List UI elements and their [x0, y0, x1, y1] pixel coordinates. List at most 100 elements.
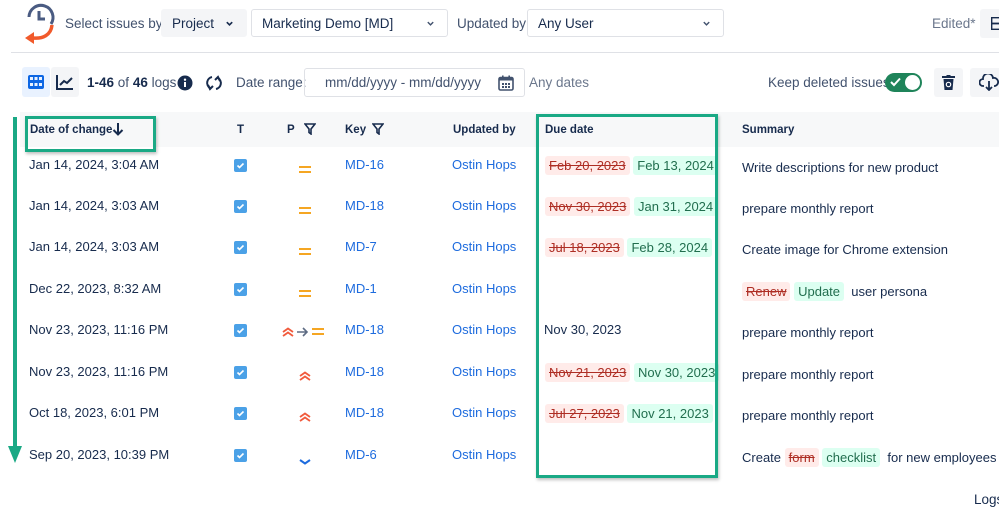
table-row[interactable]: Jan 14, 2024, 3:03 AM MD-7 Ostin Hops Jul 1… — [20, 229, 999, 270]
updated-by-link[interactable]: Ostin Hops — [452, 447, 516, 462]
column-header-summary[interactable]: Summary — [742, 124, 794, 136]
trash-icon — [942, 75, 955, 90]
keep-deleted-toggle[interactable] — [885, 73, 922, 92]
chart-view-button[interactable] — [51, 67, 79, 97]
issue-key-link[interactable]: MD-16 — [345, 157, 384, 172]
priority-cell — [299, 410, 311, 425]
layout-button[interactable] — [980, 9, 999, 38]
issue-key-link[interactable]: MD-7 — [345, 239, 377, 254]
issue-key-link[interactable]: MD-18 — [345, 405, 384, 420]
check-icon — [890, 77, 901, 87]
summary-text: prepare monthly report — [742, 325, 874, 340]
table-row[interactable]: Jan 14, 2024, 3:03 AM MD-18 Ostin Hops Nov … — [20, 188, 999, 229]
count-of: of — [117, 75, 130, 90]
table-row[interactable]: Dec 22, 2023, 8:32 AM MD-1 Ostin Hops Renew… — [20, 271, 999, 312]
updated-by-link[interactable]: Ostin Hops — [452, 157, 516, 172]
toggle-knob — [905, 75, 920, 90]
priority-low-icon — [299, 459, 311, 465]
scroll-direction-arrow-head — [8, 446, 22, 463]
updated-by-link[interactable]: Ostin Hops — [452, 364, 516, 379]
select-issues-label: Select issues by: — [65, 16, 167, 31]
priority-cell — [299, 244, 311, 259]
priority-medium-icon — [299, 166, 311, 173]
summary-old: Renew — [742, 282, 791, 301]
summary-new: checklist — [822, 448, 881, 467]
column-header-key[interactable]: Key — [345, 124, 366, 136]
delete-button[interactable] — [934, 68, 963, 97]
history-logo-icon — [25, 3, 55, 44]
date-of-change: Oct 18, 2023, 6:01 PM — [29, 405, 160, 420]
summary-text: prepare monthly report — [742, 201, 874, 216]
export-button[interactable] — [970, 68, 999, 97]
summary-text: Create image for Chrome extension — [742, 242, 948, 257]
scroll-direction-arrow-line — [13, 117, 17, 450]
summary-new: Update — [794, 282, 845, 301]
column-header-updated-by[interactable]: Updated by — [453, 124, 516, 136]
issue-key-link[interactable]: MD-6 — [345, 447, 377, 462]
priority-cell — [299, 286, 311, 301]
task-type-icon — [234, 159, 247, 172]
checkbox-icon — [236, 203, 245, 210]
checkbox-icon — [236, 369, 245, 376]
calendar-icon[interactable] — [498, 75, 514, 91]
chevron-down-icon — [703, 21, 710, 26]
date-column-highlight — [25, 116, 156, 152]
updated-by-link[interactable]: Ostin Hops — [452, 239, 516, 254]
priority-cell — [299, 162, 311, 177]
column-header-priority[interactable]: P — [287, 124, 295, 136]
issue-key-link[interactable]: MD-18 — [345, 198, 384, 213]
updated-by-link[interactable]: Ostin Hops — [452, 281, 516, 296]
table-row[interactable]: Jan 14, 2024, 3:04 AM MD-16 Ostin Hops Feb … — [20, 147, 999, 188]
project-dropdown[interactable]: Marketing Demo [MD] — [251, 9, 448, 37]
keep-deleted-label: Keep deleted issues — [768, 75, 890, 90]
priority-high-icon — [282, 327, 294, 337]
select-type-dropdown[interactable]: Project — [161, 9, 247, 37]
count-total: 46 — [132, 75, 148, 90]
logs-footer-label: Logs — [974, 492, 999, 507]
issue-key-link[interactable]: MD-1 — [345, 281, 377, 296]
table-row[interactable]: Oct 18, 2023, 6:01 PM MD-18 Ostin Hops Jul … — [20, 395, 999, 436]
table-row[interactable]: Sep 20, 2023, 10:39 PM MD-6 Ostin Hops Crea… — [20, 437, 999, 478]
updated-by-link[interactable]: Ostin Hops — [452, 198, 516, 213]
priority-change — [282, 327, 324, 337]
summary-change: Renew Update user persona — [742, 282, 927, 301]
priority-high-icon — [299, 371, 311, 381]
updated-by-link[interactable]: Ostin Hops — [452, 405, 516, 420]
date-range-placeholder: mm/dd/yyyy - mm/dd/yyyy — [325, 75, 482, 90]
table-view-button[interactable] — [22, 67, 50, 97]
priority-cell — [299, 369, 311, 384]
priority-medium-icon — [299, 207, 311, 214]
table-row[interactable]: Nov 23, 2023, 11:16 PM MD-18 Ostin Hops Nov… — [20, 312, 999, 353]
task-type-icon — [234, 407, 247, 420]
info-icon[interactable] — [177, 75, 193, 91]
issue-key-link[interactable]: MD-18 — [345, 364, 384, 379]
refresh-icon[interactable] — [205, 74, 223, 92]
priority-medium-icon — [312, 328, 324, 335]
task-type-icon — [234, 324, 247, 337]
filter-icon[interactable] — [372, 123, 384, 135]
checkbox-icon — [236, 452, 245, 459]
updated-by-value: Any User — [538, 15, 594, 31]
checkbox-icon — [236, 286, 245, 293]
due-date-column-highlight — [536, 114, 718, 478]
date-range-input[interactable]: mm/dd/yyyy - mm/dd/yyyy — [304, 68, 525, 97]
task-type-icon — [234, 200, 247, 213]
updated-by-dropdown[interactable]: Any User — [527, 9, 724, 37]
priority-cell — [299, 454, 311, 469]
select-type-value: Project — [172, 15, 215, 31]
date-of-change: Jan 14, 2024, 3:03 AM — [29, 198, 160, 213]
chevron-down-icon — [226, 21, 233, 26]
line-chart-icon — [56, 75, 73, 90]
summary-text: prepare monthly report — [742, 408, 874, 423]
updated-by-link[interactable]: Ostin Hops — [452, 322, 516, 337]
column-header-type[interactable]: T — [237, 124, 244, 136]
summary-change: Create form checklist for new employees — [742, 448, 997, 467]
filter-icon[interactable] — [304, 123, 316, 135]
count-unit: logs — [151, 75, 177, 90]
date-of-change: Nov 23, 2023, 11:16 PM — [29, 364, 169, 379]
checkbox-icon — [236, 327, 245, 334]
summary-rest: for new employees — [887, 450, 997, 465]
table-row[interactable]: Nov 23, 2023, 11:16 PM MD-18 Ostin Hops Nov… — [20, 354, 999, 395]
issue-key-link[interactable]: MD-18 — [345, 322, 384, 337]
date-of-change: Nov 23, 2023, 11:16 PM — [29, 322, 169, 337]
